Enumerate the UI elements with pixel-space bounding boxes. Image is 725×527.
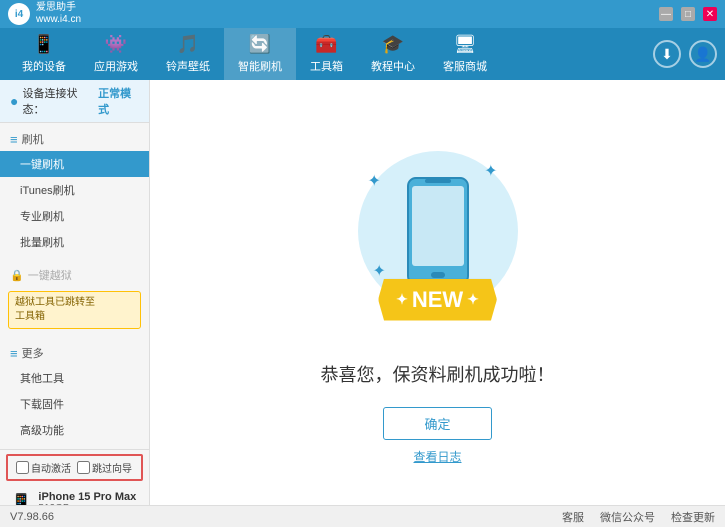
tab-service[interactable]: 🖥 客服商城 (429, 28, 501, 80)
check-update-link[interactable]: 检查更新 (671, 509, 715, 525)
download-icon[interactable]: ⬇ (653, 40, 681, 68)
logo-icon: i4 (8, 3, 30, 25)
sidebar-checkbox-row: 自动激活 跳过向导 (6, 454, 143, 481)
ringtone-icon: 🎵 (177, 34, 199, 55)
sidebar-item-itunes-flash[interactable]: iTunes刷机 (0, 177, 149, 203)
smart-flash-icon: 🔄 (249, 34, 271, 55)
tab-ringtone[interactable]: 🎵 铃声壁纸 (152, 28, 224, 80)
nav-tabs: 📱 我的设备 👾 应用游戏 🎵 铃声壁纸 🔄 智能刷机 🧰 工具箱 🎓 教程中心… (0, 28, 725, 80)
new-star-right-icon: ✦ (467, 291, 479, 308)
status-dot-icon: ● (10, 93, 18, 109)
success-message: 恭喜您，保资料刷机成功啦！ (321, 361, 555, 387)
sidebar-item-one-key-flash[interactable]: 一键刷机 (0, 151, 149, 177)
sparkle-top-left-icon: ✦ (368, 171, 381, 191)
maximize-button[interactable]: □ (681, 7, 695, 21)
device-storage: 512GB (38, 503, 136, 505)
more-group-header[interactable]: ≡ 更多 (0, 341, 149, 365)
sidebar-notice: 越狱工具已跳转至工具箱 (8, 291, 141, 329)
lock-icon: 🔒 (10, 269, 24, 282)
sidebar-item-pro-flash[interactable]: 专业刷机 (0, 203, 149, 229)
window-controls: — □ ✕ (659, 7, 717, 21)
confirm-button[interactable]: 确定 (383, 407, 491, 440)
tab-smart-flash[interactable]: 🔄 智能刷机 (224, 28, 296, 80)
tab-tutorial[interactable]: 🎓 教程中心 (357, 28, 429, 80)
logo-text: 爱思助手 www.i4.cn (36, 2, 81, 26)
wechat-link[interactable]: 微信公众号 (600, 509, 655, 525)
skip-guide-input[interactable] (77, 461, 90, 474)
version-label: V7.98.66 (10, 511, 54, 523)
sidebar: ● 设备连接状态： 正常模式 ≡ 刷机 一键刷机 iTunes刷机 专业刷机 批… (0, 80, 150, 505)
user-icon[interactable]: 👤 (689, 40, 717, 68)
device-info: 📱 iPhone 15 Pro Max 512GB iPhone (0, 485, 149, 505)
device-details: iPhone 15 Pro Max 512GB iPhone (38, 491, 136, 505)
status-bar: V7.98.66 客服 微信公众号 检查更新 (0, 505, 725, 527)
main-layout: ● 设备连接状态： 正常模式 ≡ 刷机 一键刷机 iTunes刷机 专业刷机 批… (0, 80, 725, 505)
tab-toolbox[interactable]: 🧰 工具箱 (296, 28, 357, 80)
app-logo-area: i4 爱思助手 www.i4.cn (8, 2, 81, 26)
sidebar-disabled-jailbreak: 🔒 一键越狱 (0, 263, 149, 287)
sidebar-item-batch-flash[interactable]: 批量刷机 (0, 229, 149, 255)
sparkle-bottom-left-icon: ✦ (373, 261, 386, 281)
tab-apps-games[interactable]: 👾 应用游戏 (80, 28, 152, 80)
tutorial-icon: 🎓 (382, 34, 404, 55)
sidebar-divider-3 (0, 449, 149, 450)
customer-service-link[interactable]: 客服 (562, 509, 584, 525)
sidebar-group-more: ≡ 更多 其他工具 下载固件 高级功能 (0, 337, 149, 447)
sidebar-bottom: 自动激活 跳过向导 📱 iPhone 15 Pro Max 512GB iPho… (0, 447, 149, 505)
device-name: iPhone 15 Pro Max (38, 491, 136, 503)
flash-group-icon: ≡ (10, 132, 18, 147)
content-area: ✦ ✦ ✦ ✦ NEW ✦ 恭喜您，保资料刷机成功啦！ 确定 查看日志 (150, 80, 725, 505)
tab-my-device[interactable]: 📱 我的设备 (8, 28, 80, 80)
sidebar-item-download-firmware[interactable]: 下载固件 (0, 391, 149, 417)
view-log-link[interactable]: 查看日志 (413, 448, 461, 465)
device-phone-icon: 📱 (10, 493, 32, 505)
minimize-button[interactable]: — (659, 7, 673, 21)
sidebar-item-other-tools[interactable]: 其他工具 (0, 365, 149, 391)
nav-right-icons: ⬇ 👤 (653, 28, 717, 80)
toolbox-icon: 🧰 (315, 34, 337, 55)
success-illustration: ✦ ✦ ✦ ✦ NEW ✦ (338, 121, 538, 341)
apps-games-icon: 👾 (105, 34, 127, 55)
sparkle-top-right-icon: ✦ (484, 161, 497, 181)
skip-guide-checkbox[interactable]: 跳过向导 (77, 460, 132, 475)
new-star-left-icon: ✦ (396, 291, 408, 308)
more-group-icon: ≡ (10, 346, 18, 361)
close-button[interactable]: ✕ (703, 7, 717, 21)
service-icon: 🖥 (454, 34, 477, 55)
my-device-icon: 📱 (33, 34, 55, 55)
top-bar: i4 爱思助手 www.i4.cn — □ ✕ (0, 0, 725, 28)
sidebar-group-flash: ≡ 刷机 一键刷机 iTunes刷机 专业刷机 批量刷机 (0, 123, 149, 259)
sidebar-status: ● 设备连接状态： 正常模式 (0, 80, 149, 123)
flash-group-header[interactable]: ≡ 刷机 (0, 127, 149, 151)
auto-activate-checkbox[interactable]: 自动激活 (16, 460, 71, 475)
sidebar-item-advanced[interactable]: 高级功能 (0, 417, 149, 443)
new-badge: ✦ NEW ✦ (378, 279, 497, 321)
auto-activate-input[interactable] (16, 461, 29, 474)
phone-svg (403, 176, 473, 286)
